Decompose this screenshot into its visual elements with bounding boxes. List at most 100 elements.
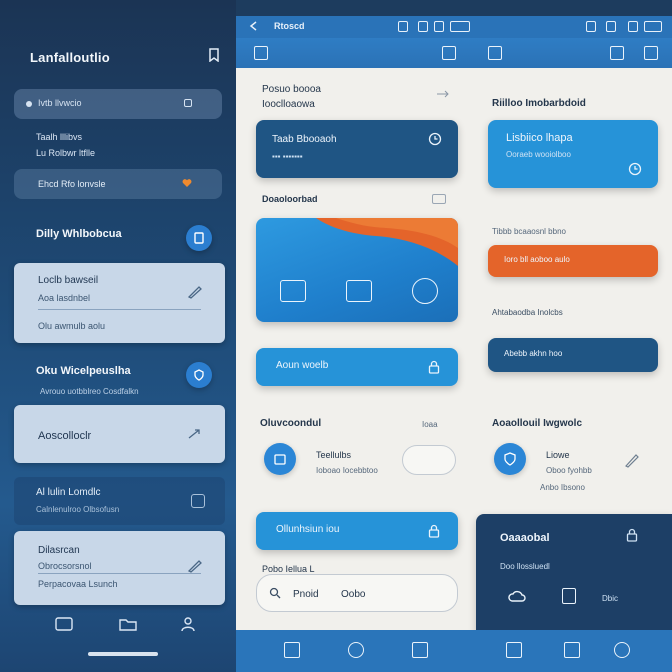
nav-profile-icon[interactable]: [614, 642, 630, 658]
card-subtitle: Calnlenulroo Olbsofusn: [36, 505, 120, 514]
home-icon[interactable]: [54, 616, 74, 632]
label-d: Tibbb bcaaosnl bbno: [492, 227, 566, 236]
card-line: Aoa lasdnbel: [38, 293, 91, 303]
cloud-icon[interactable]: [508, 588, 526, 604]
card-b[interactable]: Lisbiico lhapa Ooraeb wooiolboo: [488, 120, 658, 188]
search-placeholder: Ivtb llvwcio: [38, 98, 82, 108]
toggle-left-switch[interactable]: [402, 445, 456, 475]
filter-icon[interactable]: [184, 99, 192, 107]
left-sidebar: Lanfalloutlio Ivtb llvwcio Taalh lllibvs…: [0, 0, 236, 672]
favorites-label: Ehcd Rfo lonvsle: [38, 179, 106, 189]
label-e: Ahtabaodba Inolcbs: [492, 308, 563, 317]
hero-card[interactable]: [256, 218, 458, 322]
right-header: Riilloo Imobarbdoid: [492, 98, 586, 109]
user-icon[interactable]: [178, 616, 198, 632]
download-icon[interactable]: [610, 46, 624, 60]
hero-wave-graphic: [316, 218, 458, 266]
toolbar: [236, 38, 672, 68]
mail-icon[interactable]: [432, 194, 446, 204]
home-indicator: [88, 652, 158, 656]
pen-icon[interactable]: [187, 559, 203, 573]
card-a-sub: ▪▪▪ ▪▪▪▪▪▪▪: [272, 152, 303, 161]
menu-icon: [644, 21, 662, 32]
transfer-icon[interactable]: [346, 280, 372, 302]
section2-action-button[interactable]: [186, 362, 212, 388]
dark-panel[interactable]: Oaaaobal Doo llossluedl Dbic: [476, 514, 672, 630]
orange-bar[interactable]: Ioro bll aoboo aulo: [488, 245, 658, 277]
card-g-label: Abebb akhn hoo: [504, 349, 563, 358]
main-content: Posuo boooa Iooclloaowa Taab Bbooaoh ▪▪▪…: [236, 68, 672, 630]
label-c: Doaoloorbad: [262, 194, 318, 204]
nav-stats-icon[interactable]: [506, 642, 522, 658]
card-a-label: Taab Bbooaoh: [272, 134, 337, 145]
section-left-aside: Ioaa: [422, 420, 438, 429]
toggle-right-sub: Oboo fyohbb: [546, 466, 592, 475]
orange-bar-text: Ioro bll aoboo aulo: [504, 255, 570, 264]
cast-icon: [586, 21, 596, 32]
lock-icon: [434, 21, 444, 32]
nav-calendar-icon[interactable]: [564, 642, 580, 658]
bookmark-icon[interactable]: [208, 48, 220, 62]
card-h[interactable]: Ollunhsiun iou: [256, 512, 458, 550]
favorites-row[interactable]: Ehcd Rfo lonvsle: [14, 169, 222, 199]
lock-icon[interactable]: [626, 528, 638, 542]
clock-icon[interactable]: [428, 132, 442, 146]
lock-icon[interactable]: [428, 360, 440, 374]
clock-icon[interactable]: [628, 162, 642, 176]
details-card[interactable]: Al lulin Lomdlc Calnlenulroo Olbsofusn: [14, 477, 225, 525]
account-card[interactable]: Loclb bawseil Aoa lasdnbel Olu awmulb ao…: [14, 263, 225, 343]
toggle-right-title: Liowe: [546, 450, 570, 460]
search-icon: [269, 587, 281, 599]
section-right-title: Aoaollouil Iwgwolc: [492, 418, 582, 429]
toggle-right-button[interactable]: [494, 443, 526, 475]
section-title-1: Dilly Whlbobcua: [36, 228, 122, 240]
search-row-a: Pnoid: [293, 589, 319, 600]
section1-action-button[interactable]: [186, 225, 212, 251]
calendar-icon[interactable]: [442, 46, 456, 60]
toggle-left-button[interactable]: [264, 443, 296, 475]
section-subtitle-2: Avrouo uotbblreo Cosdfalkn: [40, 387, 139, 396]
card-g[interactable]: Abebb akhn hoo: [488, 338, 658, 372]
search-row[interactable]: Pnoid Oobo: [256, 574, 458, 612]
share-icon[interactable]: [644, 46, 658, 60]
card-a[interactable]: Taab Bbooaoh ▪▪▪ ▪▪▪▪▪▪▪: [256, 120, 458, 178]
header-line-2: Iooclloaowa: [262, 99, 315, 110]
info-line-2: Lu Rolbwr ltflle: [36, 148, 96, 158]
section-left-title: Oluvcoondul: [260, 418, 322, 429]
card-f[interactable]: Aoun woelb: [256, 348, 458, 386]
header-line-1: Posuo boooa: [262, 84, 321, 95]
settings-card[interactable]: Aoscolloclr: [14, 405, 225, 463]
grid-icon[interactable]: [254, 46, 268, 60]
section-title-2: Oku Wicelpeuslha: [36, 365, 131, 377]
lock-icon[interactable]: [428, 524, 440, 538]
toggle-right-extra: Anbo Ibsono: [540, 483, 585, 492]
pen-icon[interactable]: [624, 452, 640, 468]
shield-icon: [194, 369, 204, 381]
document-icon[interactable]: [562, 588, 576, 604]
camera-icon[interactable]: [412, 278, 438, 304]
card-title: Al lulin Lomdlc: [36, 487, 101, 498]
card-b-line-1: Lisbiico lhapa: [506, 132, 573, 144]
nav-search-icon[interactable]: [348, 642, 364, 658]
heart-icon[interactable]: [182, 178, 192, 188]
bell-icon: [606, 21, 616, 32]
card-line: Perpacovaa Lsunch: [38, 579, 118, 589]
wallet-icon[interactable]: [280, 280, 306, 302]
bottom-navigation: [236, 630, 672, 672]
nav-home-icon[interactable]: [284, 642, 300, 658]
square-icon[interactable]: [191, 494, 205, 508]
folder-icon[interactable]: [118, 616, 138, 632]
chart-icon[interactable]: [488, 46, 502, 60]
arrow-right-icon[interactable]: [436, 90, 450, 98]
back-arrow-icon[interactable]: [248, 20, 260, 32]
pen-icon[interactable]: [187, 285, 203, 299]
search-bar[interactable]: Ivtb llvwcio: [14, 89, 222, 119]
search-row-b: Oobo: [341, 589, 366, 600]
toggle-left-title: Teellulbs: [316, 450, 352, 460]
battery-icon: [450, 21, 470, 32]
profile-card[interactable]: Dilasrcan Obrocsorsnol Perpacovaa Lsunch: [14, 531, 225, 605]
nav-wallet-icon[interactable]: [412, 642, 428, 658]
card-f-label: Aoun woelb: [276, 360, 329, 371]
arrow-icon[interactable]: [187, 427, 203, 441]
signal-icon: [418, 21, 428, 32]
